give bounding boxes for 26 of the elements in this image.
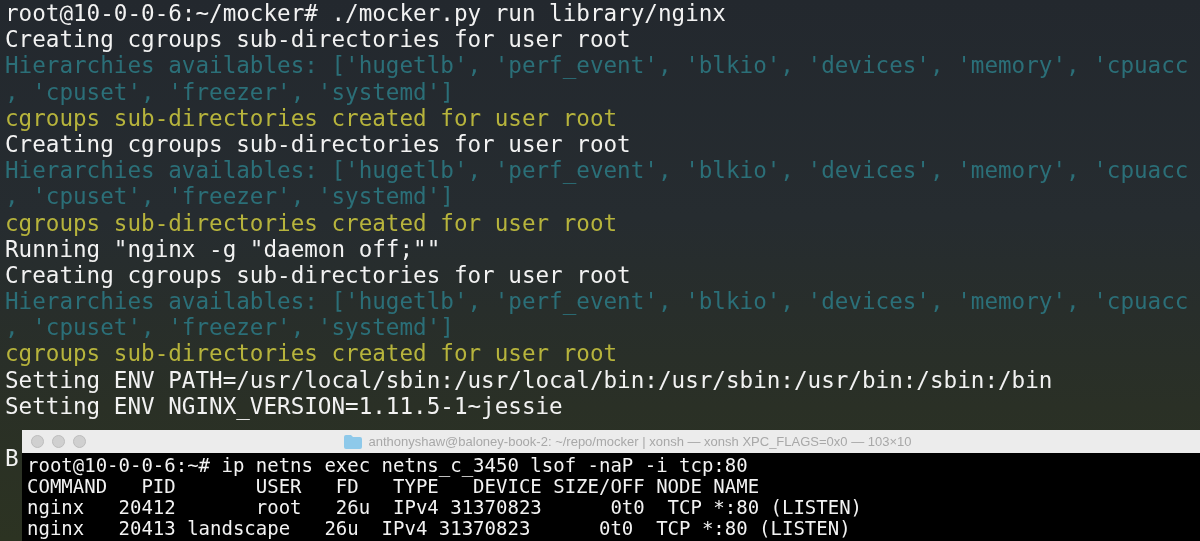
terminal-line: Setting ENV PATH=/usr/local/sbin:/usr/local/bin:/usr/sbin:/usr/bin:/sbin:/bin bbox=[5, 366, 1053, 393]
close-icon[interactable] bbox=[31, 435, 44, 448]
folder-icon bbox=[344, 434, 363, 449]
terminal-line: cgroups sub-directories created for user root bbox=[5, 340, 618, 367]
terminal-line: cgroups sub-directories created for user root bbox=[5, 209, 618, 236]
terminal-line: Creating cgroups sub-directories for user root bbox=[5, 130, 631, 158]
terminal-line: nginx 20413 landscape 26u IPv4 31370823 0t0 TCP *:80 (LISTEN) bbox=[27, 518, 852, 539]
terminal-line: Creating cgroups sub-directories for user root bbox=[5, 261, 631, 289]
minimize-icon[interactable] bbox=[52, 435, 65, 448]
terminal-line: Hierarchies availables: ['hugetlb', 'perf_event', 'blkio', 'devices', 'memory', 'cpuacc bbox=[5, 52, 1189, 79]
terminal-line: Creating cgroups sub-directories for user root bbox=[5, 26, 631, 53]
terminal-line: cgroups sub-directories created for user root bbox=[5, 104, 618, 131]
terminal-line: , 'cpuset', 'freezer', 'systemd'] bbox=[5, 314, 454, 341]
terminal-line: , 'cpuset', 'freezer', 'systemd'] bbox=[5, 183, 454, 210]
terminal-line: , 'cpuset', 'freezer', 'systemd'] bbox=[5, 78, 454, 105]
terminal-line: Hierarchies availables: ['hugetlb', 'perf_event', 'blkio', 'devices', 'memory', 'cpuacc bbox=[5, 288, 1189, 315]
zoom-icon[interactable] bbox=[73, 435, 86, 448]
terminal-line: root@10-0-0-6:~# ip netns exec netns_c_3450 lsof -naP -i tcp:80 bbox=[27, 455, 749, 476]
terminal-line: Running "nginx -g "daemon off;"" bbox=[5, 235, 441, 262]
terminal-line: root@10-0-0-6:~/mocker# ./mocker.py run library/nginx bbox=[5, 0, 726, 27]
window-title: anthonyshaw@baloney-book-2: ~/repo/mocker | xonsh — xonsh XPC_FLAGS=0x0 — 103×10 bbox=[368, 434, 912, 449]
terminal-line: nginx 20412 root 26u IPv4 31370823 0t0 TCP *:80 (LISTEN) bbox=[27, 497, 864, 518]
terminal-line: COMMAND PID USER FD TYPE DEVICE SIZE/OFF NODE NAME bbox=[27, 476, 761, 497]
terminal-line: Setting ENV NGINX_VERSION=1.11.5-1~jessie bbox=[5, 392, 563, 419]
terminal-line: Hierarchies availables: ['hugetlb', 'perf_event', 'blkio', 'devices', 'memory', 'cpuacc bbox=[5, 157, 1189, 184]
terminal-line: B bbox=[5, 445, 19, 472]
